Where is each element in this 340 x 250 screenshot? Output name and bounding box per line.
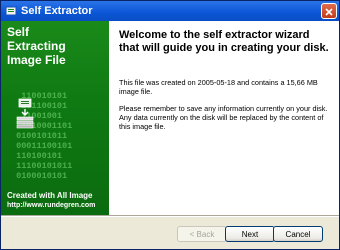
self-extractor-window: Self Extractor Self Extracting Image Fil… [0,0,340,250]
cancel-button[interactable]: Cancel [273,226,323,242]
side-panel-footer: Created with All Image http://www.rundeg… [7,191,95,211]
back-button[interactable]: < Back [177,226,227,242]
warning-text: Please remember to save any information … [119,104,328,131]
document-stack-icon [15,97,39,133]
app-icon [5,5,17,17]
side-panel-title: Self Extracting Image File [7,25,66,67]
button-bar: < Back Next Cancel [1,217,339,249]
created-with-label: Created with All Image [7,191,93,200]
file-info-text: This file was created on 2005-05-18 and … [119,78,318,96]
side-panel: Self Extracting Image File 110010101 101… [1,21,109,215]
content-area: Welcome to the self extractor wizard tha… [109,21,339,215]
close-icon [324,2,334,21]
welcome-heading: Welcome to the self extractor wizard tha… [119,29,329,54]
close-button[interactable] [321,3,337,19]
website-link[interactable]: http://www.rundegren.com [7,201,95,211]
title-bar[interactable]: Self Extractor [1,1,339,21]
next-button[interactable]: Next [225,226,275,242]
window-title: Self Extractor [21,5,93,17]
